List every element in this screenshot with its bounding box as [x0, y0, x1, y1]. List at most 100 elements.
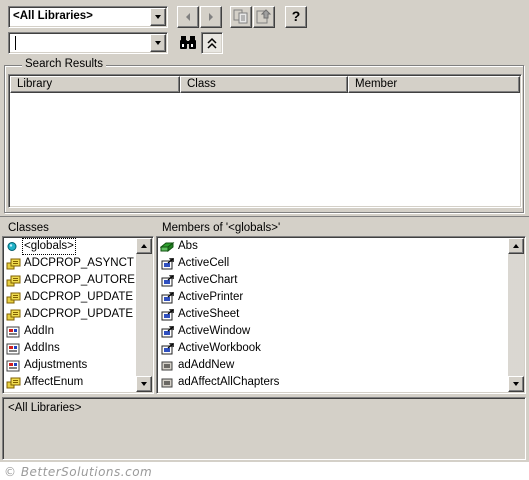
chevron-up-double-icon	[207, 37, 217, 49]
members-item-label: ActiveCell	[178, 257, 230, 269]
chevron-down-icon	[140, 382, 147, 386]
classes-scroll-down-button[interactable]	[136, 376, 152, 392]
search-results-header: Library Class Member	[10, 76, 520, 93]
members-item-label: ActivePrinter	[178, 291, 244, 303]
classes-item[interactable]: Adjustments	[4, 357, 136, 374]
search-combo[interactable]	[8, 32, 168, 54]
classes-item[interactable]: AffectEnum	[4, 374, 136, 391]
help-button[interactable]: ?	[285, 6, 307, 28]
classes-item[interactable]: ADCPROP_UPDATE	[4, 306, 136, 323]
column-header-member-label: Member	[355, 78, 398, 90]
forward-button[interactable]	[200, 6, 222, 28]
property-icon	[160, 308, 176, 321]
column-header-class[interactable]: Class	[180, 76, 348, 93]
members-item-label: Abs	[178, 240, 198, 252]
library-combo[interactable]: <All Libraries>	[8, 6, 168, 28]
property-icon	[160, 342, 176, 355]
chevron-down-icon	[154, 41, 161, 45]
search-button[interactable]	[177, 32, 199, 54]
view-definition-icon	[256, 9, 272, 24]
members-scrollbar[interactable]	[508, 238, 524, 392]
binoculars-icon	[180, 36, 196, 49]
watermark-text: © BetterSolutions.com	[4, 465, 153, 479]
members-scroll-up-button[interactable]	[508, 238, 524, 254]
members-scroll-down-button[interactable]	[508, 376, 524, 392]
classes-rows: <globals> ADCPROP_ASYNCT ADCPROP_AUTORE ADC…	[4, 238, 136, 392]
back-button[interactable]	[177, 6, 199, 28]
classes-item[interactable]: AddIns	[4, 340, 136, 357]
classes-item-label: AffectEnum	[24, 376, 84, 388]
horizontal-splitter[interactable]	[0, 213, 529, 217]
members-scroll-track[interactable]	[508, 254, 524, 376]
members-item[interactable]: ActiveChart	[158, 272, 508, 289]
enum-icon	[6, 257, 22, 270]
chevron-down-icon	[154, 15, 161, 19]
members-item[interactable]: adAddNew	[158, 357, 508, 374]
classes-item-label: ADCPROP_UPDATE	[24, 291, 134, 303]
property-icon	[160, 274, 176, 287]
members-item[interactable]: adAffectAllChapters	[158, 374, 508, 391]
classes-item-label: Adjustments	[24, 359, 88, 371]
details-text: <All Libraries>	[8, 402, 82, 414]
members-item-label: ActiveChart	[178, 274, 238, 286]
members-item-label: adAddNew	[178, 359, 235, 371]
view-definition-button[interactable]	[253, 6, 275, 28]
members-item-label: ActiveWorkbook	[178, 342, 261, 354]
copy-button[interactable]	[230, 6, 252, 28]
search-results-list[interactable]: Library Class Member	[8, 74, 522, 208]
members-item[interactable]: Abs	[158, 238, 508, 255]
members-item[interactable]: ActiveCell	[158, 255, 508, 272]
classes-scroll-track[interactable]	[136, 254, 152, 376]
members-item[interactable]: ActiveSheet	[158, 306, 508, 323]
classes-header: Classes	[4, 219, 154, 237]
text-caret	[15, 36, 16, 50]
members-item[interactable]: ActiveWindow	[158, 323, 508, 340]
members-item-label: ActiveSheet	[178, 308, 240, 320]
constant-icon	[160, 359, 176, 372]
copy-icon	[233, 9, 248, 24]
chevron-down-icon	[512, 382, 519, 386]
class-icon	[6, 359, 22, 372]
classes-scrollbar[interactable]	[136, 238, 152, 392]
members-item-label: ActiveWindow	[178, 325, 251, 337]
members-item-label: adAffectAllChapters	[178, 376, 280, 388]
classes-item[interactable]: AddIn	[4, 323, 136, 340]
enum-icon	[6, 291, 22, 304]
classes-item-label: ADCPROP_UPDATE	[24, 308, 134, 320]
column-header-member[interactable]: Member	[348, 76, 520, 93]
members-header: Members of '<globals>'	[158, 219, 524, 237]
chevron-up-icon	[140, 244, 147, 248]
members-item[interactable]: ActivePrinter	[158, 289, 508, 306]
toggle-search-results-button[interactable]	[201, 32, 223, 54]
help-label: ?	[291, 8, 301, 24]
search-combo-dropdown-button[interactable]	[150, 34, 166, 52]
members-list[interactable]: Abs ActiveCell ActiveChart ActivePrinter Act…	[156, 236, 526, 394]
classes-item[interactable]: <globals>	[4, 238, 136, 255]
classes-item[interactable]: ADCPROP_ASYNCT	[4, 255, 136, 272]
arrow-left-icon	[186, 13, 190, 21]
search-results-title: Search Results	[22, 58, 106, 70]
class-icon	[6, 342, 22, 355]
chevron-up-icon	[512, 244, 519, 248]
property-icon	[160, 325, 176, 338]
library-combo-value: <All Libraries>	[13, 10, 93, 22]
classes-title: Classes	[8, 222, 49, 234]
library-combo-dropdown-button[interactable]	[150, 8, 166, 26]
classes-item-label: ADCPROP_ASYNCT	[24, 257, 134, 269]
column-header-library[interactable]: Library	[10, 76, 180, 93]
classes-scroll-up-button[interactable]	[136, 238, 152, 254]
classes-item-label: AddIn	[24, 325, 55, 337]
classes-item-label: AddIns	[24, 342, 60, 354]
method-icon	[159, 240, 176, 253]
classes-item[interactable]: ADCPROP_AUTORE	[4, 272, 136, 289]
enum-icon	[6, 376, 22, 389]
class-icon	[6, 325, 22, 338]
members-item[interactable]: ActiveWorkbook	[158, 340, 508, 357]
classes-list[interactable]: <globals> ADCPROP_ASYNCT ADCPROP_AUTORE ADC…	[2, 236, 154, 394]
column-header-class-label: Class	[187, 78, 216, 90]
constant-icon	[160, 376, 176, 389]
arrow-right-icon	[209, 13, 213, 21]
column-header-library-label: Library	[17, 78, 53, 90]
classes-item[interactable]: ADCPROP_UPDATE	[4, 289, 136, 306]
enum-icon	[6, 308, 22, 321]
